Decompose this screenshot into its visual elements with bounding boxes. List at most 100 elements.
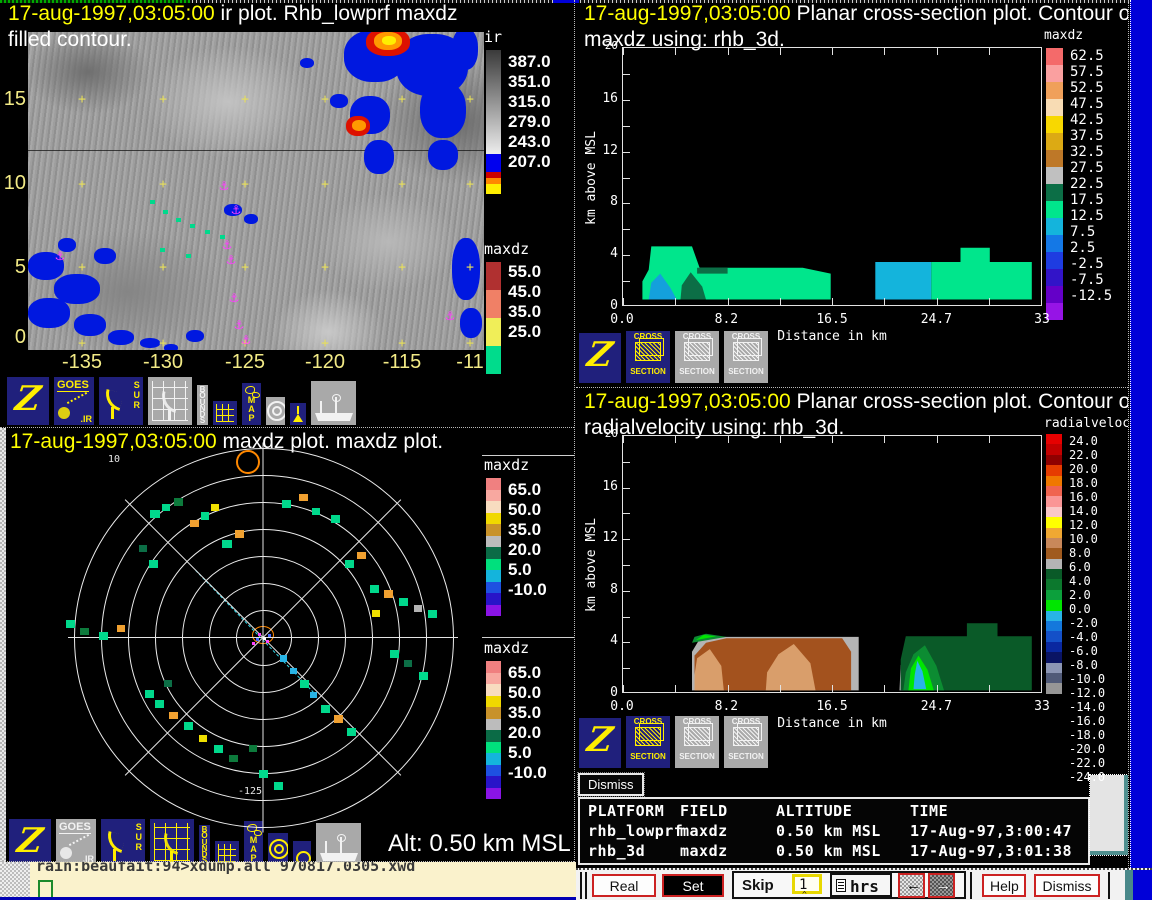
colorbar-tick-label: -20.0 <box>1069 742 1105 756</box>
hours-unit-button[interactable]: hrs <box>830 873 892 897</box>
zebra-logo-button[interactable]: Z <box>6 376 50 426</box>
colorbar-segment <box>1046 65 1063 82</box>
terminal-window[interactable]: rain:beaufait:94>xdump.all 970817.0305.x… <box>0 862 576 900</box>
colorbar-segment <box>486 490 501 502</box>
colorbar-segment <box>1046 496 1062 506</box>
axis-tick <box>989 48 990 55</box>
colorbar-tick-label: 8.0 <box>1069 546 1105 560</box>
bounds-button[interactable]: B O U N D S <box>198 824 211 862</box>
radar-overlay-speck <box>163 210 168 214</box>
sur-button[interactable]: S U R <box>100 818 146 862</box>
axis-tick <box>623 539 630 540</box>
radar-cell <box>162 504 170 511</box>
colorbar-tick-label: 20.0 <box>508 723 547 743</box>
separator-left-horizontal <box>0 427 574 428</box>
axis-tick <box>675 436 676 443</box>
map-button[interactable]: M A P <box>241 382 262 426</box>
section-label: SECTION <box>675 752 719 761</box>
ship-radar-icon <box>332 394 341 402</box>
minigrid-button[interactable] <box>212 400 238 426</box>
colorbar-segment <box>1046 548 1062 558</box>
buoy-body-icon <box>293 414 303 422</box>
zebra-logo-button[interactable]: Z <box>8 818 52 862</box>
sur-label: S U R <box>134 380 141 410</box>
gridradar-button[interactable] <box>149 818 195 862</box>
rings-button[interactable] <box>267 832 289 862</box>
colorbar-segment <box>486 673 501 685</box>
x-axis-tick-label: 24.7 <box>921 312 952 327</box>
cross-button[interactable]: CROSSSECTION <box>674 715 720 769</box>
dismiss-button[interactable]: Dismiss <box>1034 874 1100 897</box>
cloud-blob <box>382 36 396 45</box>
set-time-button[interactable]: Set Time <box>662 874 724 897</box>
axis-tick <box>623 488 630 489</box>
radar-center-speck <box>266 640 269 643</box>
real-time-button[interactable]: Real Time <box>592 874 656 897</box>
colorbar-segment <box>1046 150 1063 167</box>
y-axis-tick-label: 16 <box>592 479 618 494</box>
ship-button[interactable] <box>310 380 357 426</box>
cross-button[interactable]: CROSSSECTION <box>625 330 671 384</box>
radar-cell <box>282 500 291 508</box>
table-cell: rhb_lowprf <box>588 822 683 840</box>
table-header-cell: ALTITUDE <box>776 802 852 820</box>
colorbar-segment <box>1046 528 1062 538</box>
step-back-button[interactable]: ← <box>898 873 925 898</box>
help-button[interactable]: Help <box>982 874 1026 897</box>
minigrid-button[interactable] <box>214 840 240 862</box>
colorbar-segment <box>486 684 501 696</box>
colorbar-tick-label: -12.0 <box>1069 686 1105 700</box>
radar-cell <box>214 745 223 753</box>
radar-center-speck <box>268 634 271 637</box>
y-axis-title: km above MSL <box>584 518 599 612</box>
cross-button[interactable]: CROSSSECTION <box>674 330 720 384</box>
desktop-corner <box>1133 870 1152 900</box>
zebra-logo-button[interactable]: Z <box>578 332 622 384</box>
cross-button[interactable]: CROSSSECTION <box>625 715 671 769</box>
colorbar-tick-label: -7.5 <box>1070 272 1112 288</box>
skip-value-input[interactable]: 1 <box>792 874 822 894</box>
colorbar-tick-label: 32.5 <box>1070 144 1112 160</box>
circle-button[interactable] <box>292 840 312 862</box>
colorbar-tick-label: 12.5 <box>1070 208 1112 224</box>
radar-cell <box>399 598 408 606</box>
colorbar-tick-label: 22.0 <box>1069 448 1105 462</box>
cross-button[interactable]: CROSSSECTION <box>723 715 769 769</box>
cross-button[interactable]: CROSSSECTION <box>723 330 769 384</box>
zebra-logo-button[interactable]: Z <box>578 717 622 769</box>
grid-cross-marker: + <box>466 336 474 351</box>
bounds-label: B O U N D S <box>197 387 208 425</box>
cloud-blob <box>420 82 466 138</box>
rings-button[interactable] <box>265 396 286 426</box>
separator-vertical-center <box>574 0 575 868</box>
colorbar-segment <box>1046 116 1063 133</box>
colorbar-tick-label: 24.0 <box>1069 434 1105 448</box>
radar-cell <box>357 552 366 559</box>
x-axis-tick-label: 33 <box>1034 699 1050 714</box>
gridradar-button[interactable] <box>147 376 193 426</box>
x-axis-tick-label: 33 <box>1034 312 1050 327</box>
colorbar-segment <box>1046 538 1062 548</box>
sur-label: S U R <box>136 822 143 852</box>
panel-cross-section-radialvelocity: 17-aug-1997,03:05:00 Planar cross-sectio… <box>576 388 1128 868</box>
goes-ir-label: .IR <box>80 414 92 424</box>
scrollbar-thumb[interactable] <box>1090 775 1128 855</box>
radar-cell <box>259 770 268 778</box>
range-rings-inner-icon <box>272 406 282 416</box>
ship-button[interactable] <box>315 822 362 862</box>
radar-overlay-speck <box>205 230 210 234</box>
axis-tick <box>1041 685 1042 692</box>
sur-button[interactable]: S U R <box>98 376 144 426</box>
colorbar-segment <box>1046 600 1062 610</box>
table-cell: rhb_3d <box>588 842 645 860</box>
bounds-button[interactable]: B O U N D S <box>196 384 209 426</box>
axis-tick <box>728 48 729 55</box>
goes-button[interactable]: GOES.IR <box>53 376 95 426</box>
radar-center-speck <box>256 638 259 641</box>
status-dismiss-button[interactable]: Dismiss <box>578 773 644 796</box>
colorbar-tick-label: 35.0 <box>508 520 547 540</box>
buoy-button[interactable] <box>289 402 307 426</box>
step-forward-button[interactable]: → <box>928 873 955 898</box>
colorbar-tick-label: -10.0 <box>1069 672 1105 686</box>
goes-button[interactable]: GOES.IR <box>55 818 97 862</box>
